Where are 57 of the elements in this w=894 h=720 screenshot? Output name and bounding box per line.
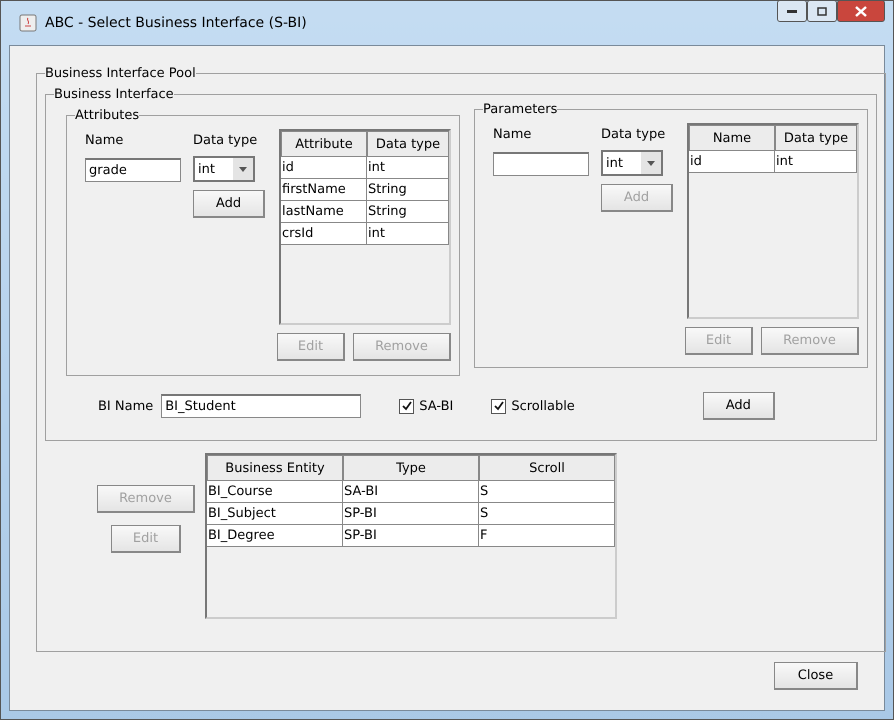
group-title: Business Interface Pool: [45, 66, 196, 81]
field-label: Name: [85, 133, 124, 148]
table-cell: int: [775, 151, 857, 173]
table-cell: String: [367, 179, 449, 201]
group-title: Business Interface: [54, 87, 174, 102]
column-header[interactable]: Business Entity: [207, 455, 343, 481]
table-cell: String: [367, 201, 449, 223]
table-cell: firstName: [281, 179, 367, 201]
column-header[interactable]: Data type: [367, 131, 449, 157]
table-cell: BI_Course: [207, 481, 343, 503]
type-dropdown[interactable]: int: [193, 156, 255, 182]
table-cell: int: [367, 157, 449, 179]
bi-name-field[interactable]: BI_Student: [161, 394, 362, 418]
close-button[interactable]: [837, 0, 885, 22]
column-header[interactable]: Type: [343, 455, 479, 481]
table-cell: SA-BI: [343, 481, 479, 503]
checkbox-label: SA-BI: [419, 398, 454, 414]
minimize-icon: [787, 10, 797, 12]
checkbox[interactable]: [399, 398, 414, 414]
table-cell: id: [689, 151, 775, 173]
close-icon: [855, 6, 867, 16]
caret-icon: [647, 160, 655, 166]
table-cell: BI_Degree: [207, 525, 343, 547]
field-label: Data type: [193, 133, 258, 148]
window-title: ABC - Select Business Interface (S-BI): [45, 15, 308, 31]
add-button[interactable]: Add: [702, 392, 775, 420]
table-cell: SP-BI: [343, 525, 479, 547]
caret-icon: [239, 166, 247, 172]
column-header[interactable]: Attribute: [281, 131, 367, 157]
table-cell: id: [281, 157, 367, 179]
minimize-button[interactable]: [777, 0, 807, 22]
table-cell: F: [479, 525, 615, 547]
group-title: Parameters: [483, 102, 558, 117]
restore-icon: [817, 6, 827, 16]
table-cell: SP-BI: [343, 503, 479, 525]
column-header[interactable]: Scroll: [479, 455, 615, 481]
close-button[interactable]: Close: [774, 662, 858, 690]
maximize-button[interactable]: [807, 0, 837, 22]
checkbox[interactable]: [491, 398, 506, 414]
table-cell: int: [367, 223, 449, 245]
table-cell: BI_Subject: [207, 503, 343, 525]
checkbox-label: Scrollable: [511, 398, 575, 414]
table-cell: S: [479, 481, 615, 503]
table-cell: S: [479, 503, 615, 525]
group-title: Attributes: [75, 108, 140, 123]
field-label: Name: [493, 127, 532, 142]
table-cell: crsId: [281, 223, 367, 245]
table-cell: lastName: [281, 201, 367, 223]
column-header[interactable]: Data type: [775, 125, 857, 151]
name-field[interactable]: [493, 152, 589, 176]
name-field[interactable]: grade: [85, 158, 181, 182]
field-label: Data type: [601, 127, 666, 142]
app-icon: [19, 14, 37, 32]
add-button[interactable]: Add: [193, 190, 265, 218]
column-header[interactable]: Name: [689, 125, 775, 151]
field-label: BI Name: [98, 398, 154, 414]
type-dropdown[interactable]: int: [601, 150, 663, 176]
